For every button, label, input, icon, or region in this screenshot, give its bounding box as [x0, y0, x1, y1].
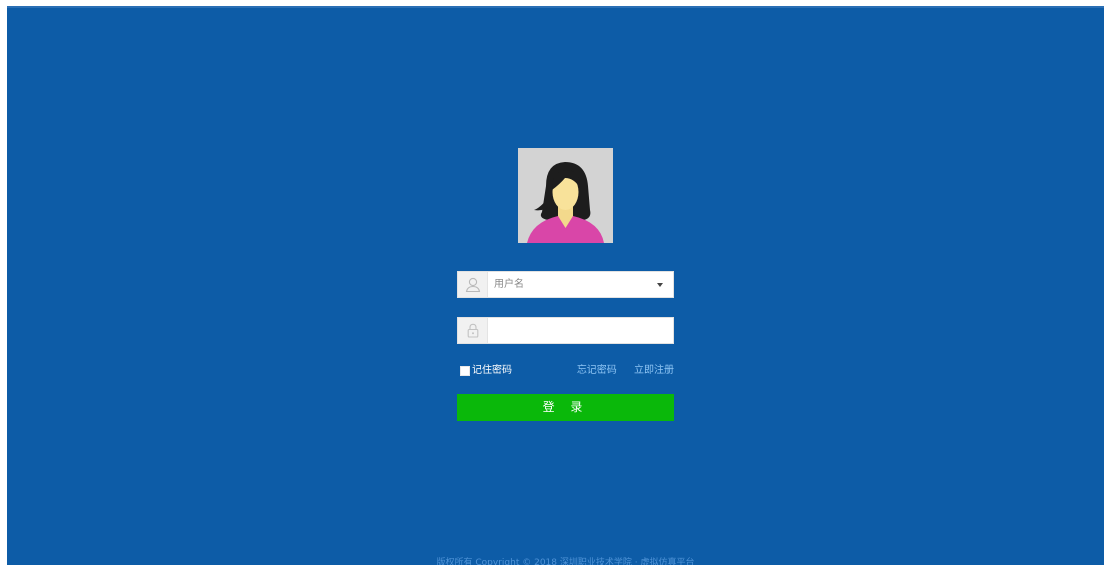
password-field[interactable]: [457, 317, 674, 344]
checkbox-box[interactable]: [460, 366, 470, 376]
account-links: 忘记密码 立即注册: [563, 364, 674, 378]
lock-icon: [458, 318, 488, 343]
remember-password-label: 记住密码: [472, 365, 512, 376]
copyright-footer: 版权所有 Copyright © 2018 深圳职业技术学院 · 虚拟仿真平台: [436, 558, 695, 565]
login-button[interactable]: 登 录: [457, 394, 674, 421]
avatar-image: [518, 148, 613, 243]
register-link[interactable]: 立即注册: [634, 365, 674, 376]
username-field[interactable]: [457, 271, 674, 298]
avatar: [518, 148, 613, 243]
username-input[interactable]: [488, 272, 644, 297]
password-input[interactable]: [488, 318, 644, 343]
login-page-background: 记住密码 忘记密码 立即注册 登 录 版权所有 Copyright © 2018…: [7, 6, 1104, 565]
dropdown-caret-icon[interactable]: [657, 283, 663, 287]
login-options-row: 记住密码 忘记密码 立即注册: [457, 364, 674, 378]
user-icon: [458, 272, 488, 297]
remember-password-checkbox[interactable]: 记住密码: [460, 364, 512, 378]
forgot-password-link[interactable]: 忘记密码: [577, 365, 617, 376]
